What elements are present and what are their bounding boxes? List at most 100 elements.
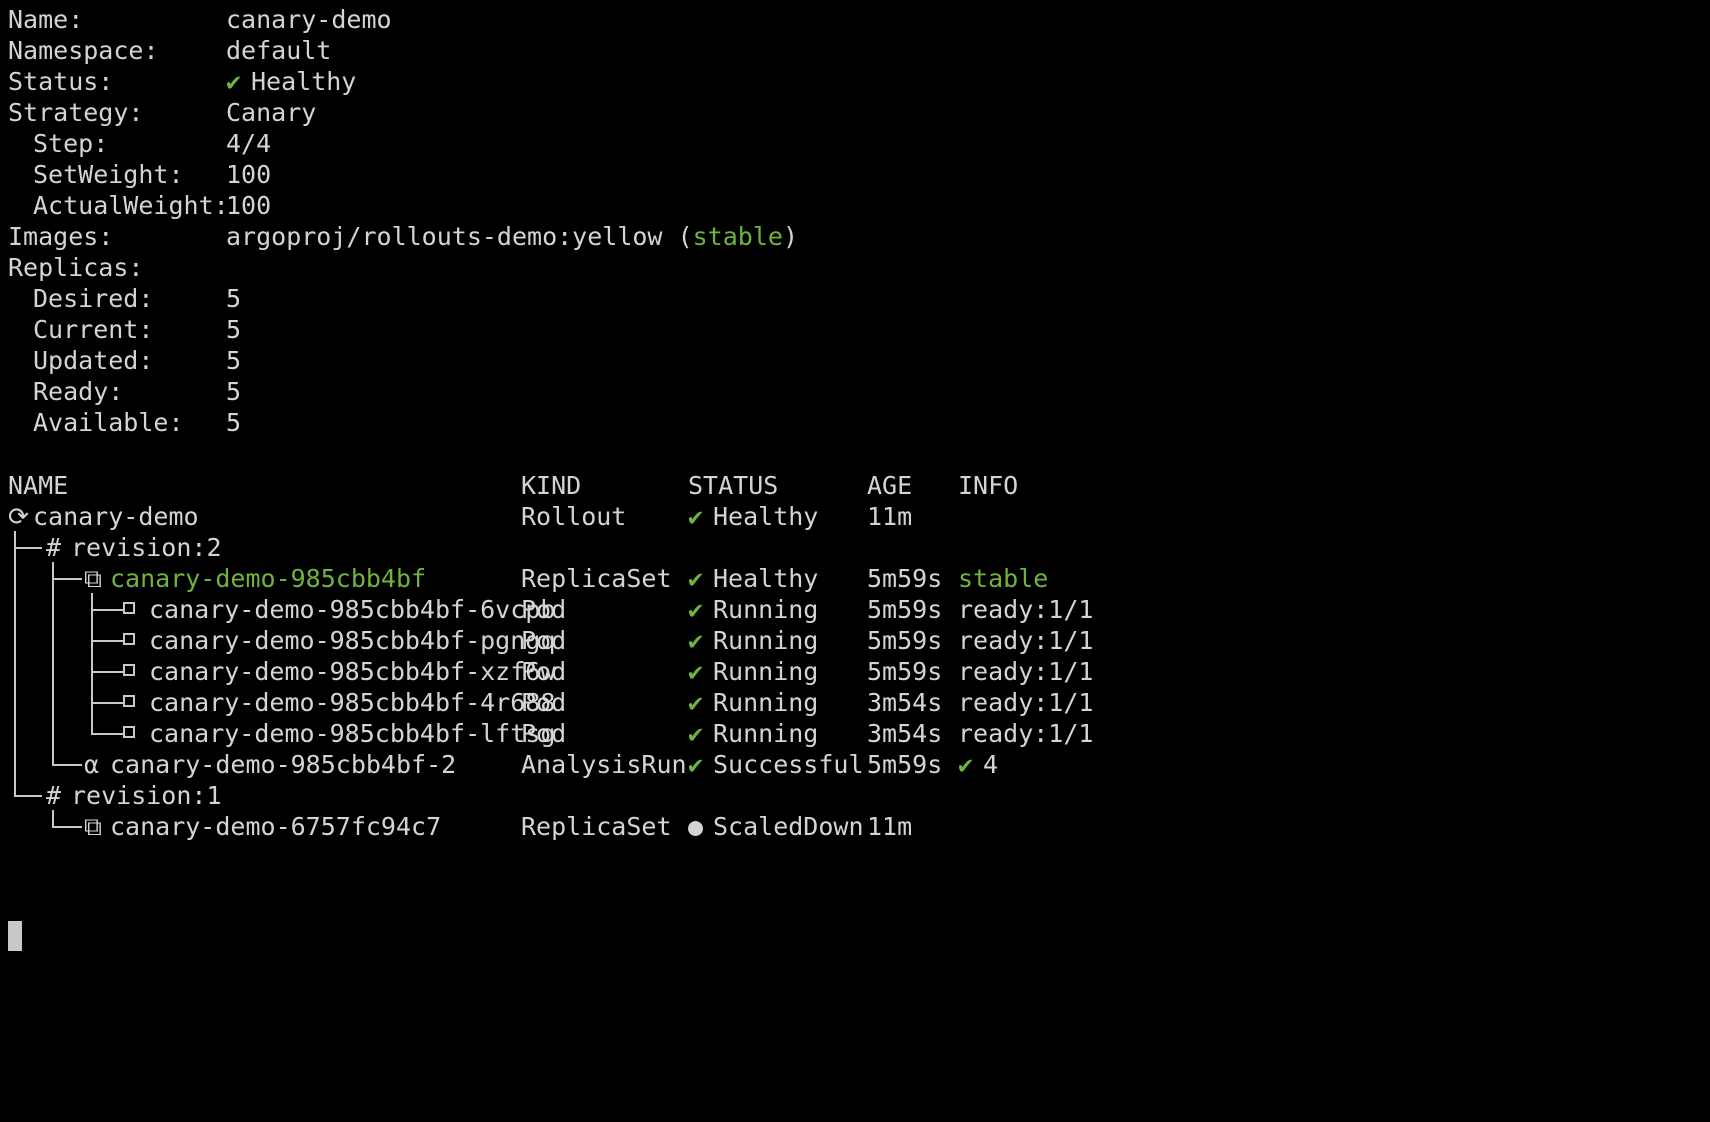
check-icon: ✔ <box>688 595 704 624</box>
row-age: 11m <box>867 502 913 531</box>
row-info: ready:1/1 <box>958 688 1094 717</box>
rollout-icon: ⟳ <box>8 502 29 531</box>
pod-icon <box>123 695 135 707</box>
row-name: canary-demo-6757fc94c7 <box>110 812 442 841</box>
pod-icon <box>123 664 135 676</box>
detail-replicas-row: Replicas: <box>0 251 143 285</box>
row-name: canary-demo-985cbb4bf-xzf6w <box>149 657 556 686</box>
row-status: Running <box>713 626 819 655</box>
row-kind: Pod <box>521 719 567 748</box>
detail-actualweight-row: ActualWeight: 100 <box>0 189 271 223</box>
table-row: ⟳ canary-demo Rollout ✔ Healthy 11m <box>0 500 912 534</box>
row-status: Healthy <box>713 564 819 593</box>
row-age: 5m59s <box>867 626 943 655</box>
namespace-value: default <box>226 36 332 65</box>
desired-label: Desired: <box>33 284 154 313</box>
row-name: canary-demo-985cbb4bf-pgngq <box>149 626 556 655</box>
revision-icon: # <box>46 781 62 810</box>
row-status: Running <box>713 657 819 686</box>
row-name: canary-demo-985cbb4bf <box>110 564 427 593</box>
ready-label: Ready: <box>33 377 124 406</box>
detail-current-row: Current: 5 <box>0 313 241 347</box>
row-name: revision:2 <box>71 533 222 562</box>
row-kind: ReplicaSet <box>521 564 672 593</box>
table-row: canary-demo-985cbb4bf-xzf6w Pod ✔ Runnin… <box>0 655 1093 689</box>
replicas-label: Replicas: <box>8 253 144 282</box>
row-name: canary-demo-985cbb4bf-2 <box>110 750 457 779</box>
step-label: Step: <box>33 129 109 158</box>
row-kind: Pod <box>521 657 567 686</box>
updated-label: Updated: <box>33 346 154 375</box>
replicaset-icon: ⧉ <box>84 812 102 841</box>
row-age: 5m59s <box>867 657 943 686</box>
detail-namespace-row: Namespace: default <box>0 34 331 68</box>
detail-name-row: Name: canary-demo <box>0 3 392 37</box>
table-row: ⧉ canary-demo-985cbb4bf ReplicaSet ✔ Hea… <box>0 562 1048 596</box>
analysisrun-icon: α <box>84 750 100 779</box>
row-status: Running <box>713 688 819 717</box>
step-value: 4/4 <box>226 129 272 158</box>
row-kind: ReplicaSet <box>521 812 672 841</box>
strategy-value: Canary <box>226 98 317 127</box>
pod-icon <box>123 633 135 645</box>
row-age: 3m54s <box>867 688 943 717</box>
detail-updated-row: Updated: 5 <box>0 344 241 378</box>
strategy-label: Strategy: <box>8 98 144 127</box>
table-row: # revision:1 <box>0 779 222 813</box>
row-info: ready:1/1 <box>958 719 1094 748</box>
check-icon: ✔ <box>688 688 704 717</box>
revision-icon: # <box>46 533 62 562</box>
row-name: canary-demo-985cbb4bf-4r688 <box>149 688 556 717</box>
detail-ready-row: Ready: 5 <box>0 375 241 409</box>
detail-desired-row: Desired: 5 <box>0 282 241 316</box>
row-age: 11m <box>867 812 913 841</box>
row-kind: AnalysisRun <box>521 750 687 779</box>
dot-icon: ● <box>688 812 704 841</box>
detail-images-row: Images: argoproj/rollouts-demo:yellow (s… <box>0 220 798 254</box>
check-icon: ✔ <box>226 67 242 96</box>
table-row: α canary-demo-985cbb4bf-2 AnalysisRun ✔ … <box>0 748 998 782</box>
terminal-cursor[interactable] <box>8 921 22 951</box>
detail-available-row: Available: 5 <box>0 406 241 440</box>
actualweight-value: 100 <box>226 191 272 220</box>
row-age: 5m59s <box>867 595 943 624</box>
row-age: 5m59s <box>867 750 943 779</box>
name-label: Name: <box>8 5 84 34</box>
header-age: AGE <box>867 471 913 500</box>
check-icon: ✔ <box>958 750 974 779</box>
row-status: Running <box>713 595 819 624</box>
row-kind: Pod <box>521 595 567 624</box>
namespace-label: Namespace: <box>8 36 159 65</box>
row-status: Successful <box>713 750 864 779</box>
replicaset-icon: ⧉ <box>84 564 102 593</box>
pod-icon <box>123 602 135 614</box>
actualweight-label: ActualWeight: <box>33 191 229 220</box>
row-status: Healthy <box>713 502 819 531</box>
row-kind: Pod <box>521 688 567 717</box>
header-info: INFO <box>958 471 1019 500</box>
table-header: NAME KIND STATUS AGE INFO <box>0 469 1018 503</box>
check-icon: ✔ <box>688 502 704 531</box>
check-icon: ✔ <box>688 626 704 655</box>
setweight-value: 100 <box>226 160 272 189</box>
table-row: # revision:2 <box>0 531 222 565</box>
check-icon: ✔ <box>688 719 704 748</box>
table-row: canary-demo-985cbb4bf-6vcpb Pod ✔ Runnin… <box>0 593 1093 627</box>
detail-status-row: Status: ✔ Healthy <box>0 65 356 99</box>
images-label: Images: <box>8 222 114 251</box>
available-label: Available: <box>33 408 184 437</box>
detail-setweight-row: SetWeight: 100 <box>0 158 271 192</box>
pod-icon <box>123 726 135 738</box>
setweight-label: SetWeight: <box>33 160 184 189</box>
row-info: stable <box>958 564 1049 593</box>
row-kind: Pod <box>521 626 567 655</box>
images-value: argoproj/rollouts-demo:yellow (stable) <box>226 222 798 251</box>
row-age: 3m54s <box>867 719 943 748</box>
table-row: ⧉ canary-demo-6757fc94c7 ReplicaSet ● Sc… <box>0 810 912 844</box>
row-name: canary-demo-985cbb4bf-6vcpb <box>149 595 556 624</box>
check-icon: ✔ <box>688 657 704 686</box>
row-age: 5m59s <box>867 564 943 593</box>
header-status: STATUS <box>688 471 779 500</box>
updated-value: 5 <box>226 346 242 375</box>
row-info: ready:1/1 <box>958 626 1094 655</box>
